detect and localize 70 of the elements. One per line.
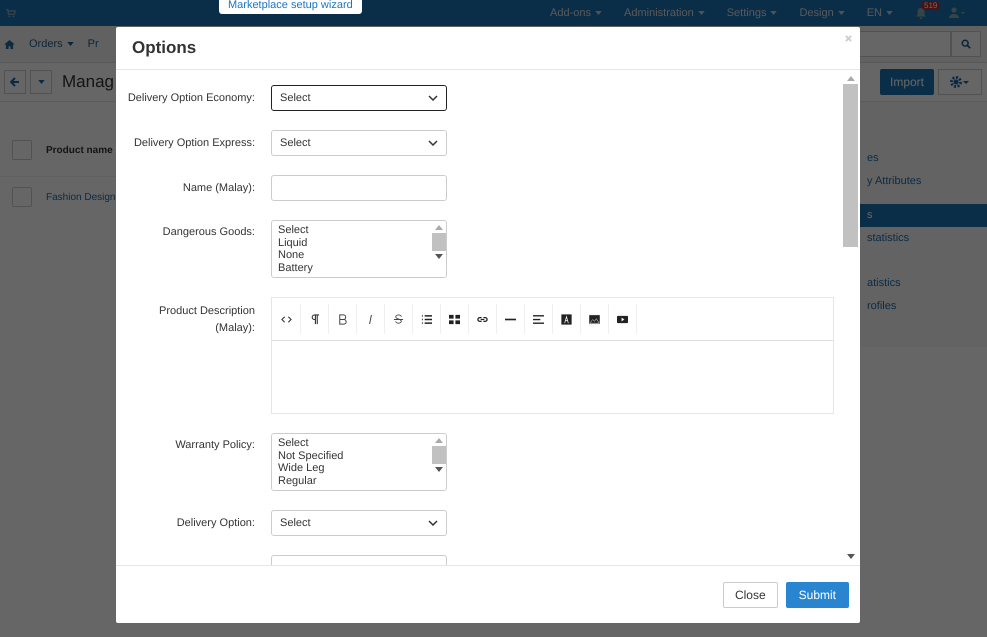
page-title: Manag (62, 72, 114, 92)
textcolor-icon (561, 314, 572, 324)
top-menu-item[interactable]: Administration (624, 7, 705, 19)
field-label: Delivery Option Express: (134, 137, 255, 149)
product-link[interactable]: Fashion Design (46, 192, 116, 202)
list-option[interactable]: None (278, 249, 425, 262)
bold-icon (337, 314, 348, 324)
home-icon[interactable] (4, 40, 15, 48)
import-button[interactable]: Import (880, 69, 934, 95)
bell-icon[interactable] (915, 7, 927, 19)
top-menu-item[interactable]: Design (799, 7, 845, 19)
top-menu-item[interactable]: Settings (726, 7, 778, 19)
code-icon (281, 314, 292, 324)
nav-item[interactable]: Pr (88, 38, 99, 50)
back-button[interactable] (4, 70, 26, 94)
list-option[interactable]: Regular (278, 474, 425, 488)
search-icon (961, 39, 971, 49)
caret-icon (838, 11, 845, 15)
caret-icon (886, 11, 893, 15)
select-field[interactable]: Select (271, 510, 447, 536)
gear-icon (950, 76, 970, 88)
image-icon (589, 314, 600, 324)
user-icon[interactable] (949, 7, 965, 19)
list-option[interactable]: Wide Leg (278, 462, 425, 475)
dialog-title: Options (132, 38, 196, 58)
field-label: Product Description (Malay): (159, 305, 255, 334)
top-menu-item[interactable]: Add-ons (550, 7, 602, 19)
caret-icon (38, 80, 44, 84)
select-field[interactable]: Select (271, 85, 447, 111)
caret-icon (66, 42, 74, 46)
field-label: Delivery Option: (176, 517, 255, 529)
table-icon (449, 314, 460, 324)
align-icon (533, 314, 544, 324)
list-option[interactable]: Not Specified (278, 450, 425, 462)
arrow-left-icon (10, 77, 20, 87)
list-box[interactable]: Select Liquid None Battery (271, 220, 447, 278)
field-label: Delivery Option Economy: (128, 92, 255, 104)
chevron-icon (428, 520, 438, 526)
submit-button[interactable]: Submit (786, 582, 849, 608)
para-icon (309, 314, 320, 324)
nav-item[interactable]: Orders (29, 38, 74, 50)
list-option[interactable]: Battery (278, 262, 425, 274)
caret-icon (595, 11, 602, 15)
video-icon (617, 314, 628, 324)
select-field[interactable]: Select (271, 130, 447, 156)
chevron-icon (428, 95, 438, 101)
search-field[interactable] (859, 31, 951, 57)
list-box[interactable]: Select Not Specified Wide Leg Regular (271, 433, 447, 491)
setup-wizard-button[interactable]: Marketplace setup wizard (219, 0, 362, 14)
list-option[interactable]: Liquid (278, 236, 425, 250)
top-menu-item[interactable]: EN (866, 7, 893, 19)
field-label: Dangerous Goods: (162, 226, 255, 238)
cart-icon[interactable] (6, 8, 16, 18)
dropdown-button[interactable] (30, 70, 52, 94)
chevron-icon (428, 140, 438, 146)
field-label: Name (Malay): (182, 182, 255, 194)
field-label: Warranty Policy: (175, 439, 255, 451)
caret-icon (698, 11, 705, 15)
search-button[interactable] (951, 31, 981, 57)
list-option[interactable]: Select (278, 437, 425, 450)
list-option[interactable]: Select (278, 224, 425, 237)
notification-badge: 519 (921, 1, 940, 10)
strike-icon (393, 314, 404, 324)
caret-icon (770, 11, 778, 15)
close-icon[interactable] (845, 35, 852, 42)
column-header: Product name (46, 144, 113, 156)
list-icon (421, 314, 432, 324)
input-field[interactable] (271, 175, 447, 201)
settings-button[interactable] (938, 69, 982, 95)
close-button[interactable]: Close (722, 582, 778, 608)
